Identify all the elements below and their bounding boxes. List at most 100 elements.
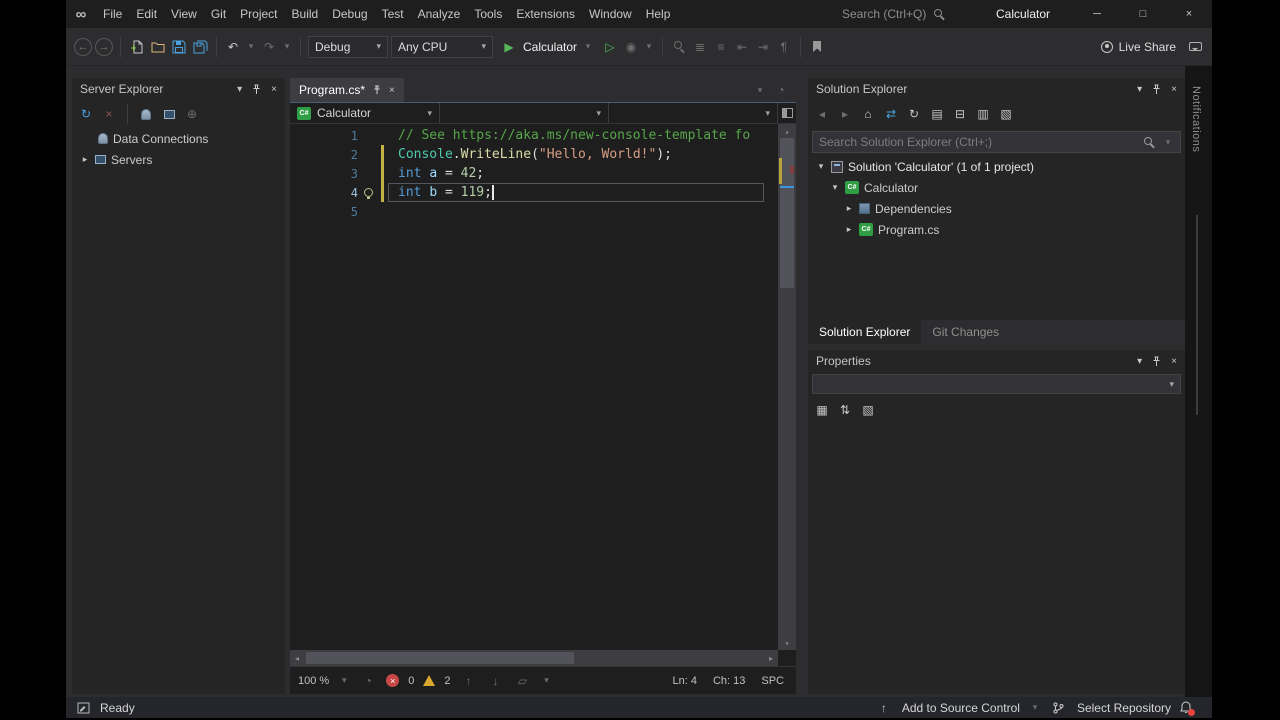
- close-icon[interactable]: ×: [1171, 356, 1177, 367]
- whitespace-indicator[interactable]: SPC: [761, 675, 784, 687]
- menu-extensions[interactable]: Extensions: [509, 0, 582, 28]
- navigate-backward-icon[interactable]: ←: [74, 38, 92, 56]
- background-tasks-icon[interactable]: [74, 699, 92, 717]
- add-to-source-control-button[interactable]: Add to Source Control: [902, 701, 1020, 715]
- window-position-icon[interactable]: ▾: [1137, 356, 1142, 367]
- menu-view[interactable]: View: [164, 0, 204, 28]
- solution-platforms-dropdown[interactable]: Any CPU ▾: [391, 36, 493, 58]
- refresh-icon[interactable]: ↻: [77, 105, 95, 123]
- quick-actions-icon[interactable]: [364, 188, 373, 197]
- close-icon[interactable]: ×: [271, 84, 277, 95]
- properties-header[interactable]: Properties ▾ ×: [808, 350, 1185, 372]
- expand-icon[interactable]: ▸: [80, 154, 90, 165]
- code-area[interactable]: 1 // See https://aka.ms/new-console-temp…: [290, 124, 778, 650]
- close-button[interactable]: ×: [1166, 0, 1212, 28]
- next-issue-icon[interactable]: ↓: [486, 672, 504, 690]
- feedback-icon[interactable]: [1186, 38, 1204, 56]
- menu-build[interactable]: Build: [285, 0, 326, 28]
- chevron-down-icon[interactable]: ▾: [582, 38, 594, 56]
- select-repository-button[interactable]: Select Repository: [1077, 701, 1171, 715]
- pin-icon[interactable]: [1151, 356, 1162, 367]
- menu-file[interactable]: File: [96, 0, 129, 28]
- code-editor[interactable]: 1 // See https://aka.ms/new-console-temp…: [290, 124, 796, 650]
- menu-help[interactable]: Help: [639, 0, 678, 28]
- chevron-down-icon[interactable]: ▾: [1029, 699, 1041, 717]
- hot-reload-icon[interactable]: ◉: [622, 38, 640, 56]
- menu-tools[interactable]: Tools: [467, 0, 509, 28]
- collapse-icon[interactable]: ▾: [816, 161, 826, 172]
- zoom-dropdown-icon[interactable]: ▾: [338, 672, 350, 690]
- split-window-icon[interactable]: [778, 104, 796, 122]
- tab-git-changes[interactable]: Git Changes: [921, 320, 1010, 344]
- window-position-icon[interactable]: ▾: [1137, 84, 1142, 95]
- menu-edit[interactable]: Edit: [129, 0, 164, 28]
- menu-window[interactable]: Window: [582, 0, 639, 28]
- increase-indent-icon[interactable]: ⇥: [754, 38, 772, 56]
- close-icon[interactable]: ×: [1171, 84, 1177, 95]
- connect-to-database-icon[interactable]: [137, 105, 155, 123]
- column-indicator[interactable]: Ch: 13: [713, 675, 745, 687]
- tree-item-servers[interactable]: ▸ Servers: [72, 149, 285, 170]
- collapse-all-icon[interactable]: ⊟: [951, 105, 969, 123]
- tab-program-cs[interactable]: Program.cs* ×: [290, 78, 404, 102]
- code-cleanup-icon[interactable]: ▱: [513, 672, 531, 690]
- tab-solution-explorer[interactable]: Solution Explorer: [808, 320, 921, 344]
- selected-object-dropdown[interactable]: ▾: [812, 374, 1181, 394]
- scrollbar-thumb[interactable]: [306, 652, 574, 664]
- sync-with-active-document-icon[interactable]: ⇄: [882, 105, 900, 123]
- tree-item-solution[interactable]: ▾ Solution 'Calculator' (1 of 1 project): [808, 156, 1185, 177]
- breakpoint-margin[interactable]: [290, 126, 340, 145]
- pin-icon[interactable]: [372, 85, 382, 95]
- menu-git[interactable]: Git: [204, 0, 233, 28]
- breakpoint-margin[interactable]: [290, 164, 340, 183]
- project-dropdown[interactable]: C# Calculator ▾: [290, 103, 440, 123]
- notifications-bell-button[interactable]: [1180, 701, 1192, 714]
- navigate-forward-icon[interactable]: →: [95, 38, 113, 56]
- expand-icon[interactable]: ▸: [844, 203, 854, 214]
- save-all-icon[interactable]: [191, 38, 209, 56]
- menu-project[interactable]: Project: [233, 0, 284, 28]
- connect-to-server-icon[interactable]: [160, 105, 178, 123]
- active-files-dropdown-icon[interactable]: ▾: [754, 81, 766, 99]
- expand-icon[interactable]: ▸: [844, 224, 854, 235]
- warning-count[interactable]: 2: [444, 675, 450, 687]
- forward-icon[interactable]: ▸: [836, 105, 854, 123]
- decrease-indent-icon[interactable]: ⇤: [733, 38, 751, 56]
- undo-dropdown-icon[interactable]: ▾: [245, 38, 257, 56]
- type-dropdown[interactable]: ▾: [440, 103, 609, 123]
- new-file-icon[interactable]: [128, 38, 146, 56]
- property-pages-icon[interactable]: ▧: [859, 401, 877, 419]
- menu-analyze[interactable]: Analyze: [411, 0, 468, 28]
- code-line-3[interactable]: 3 int a = 42;: [290, 164, 778, 183]
- visual-studio-logo-icon[interactable]: ∞: [66, 6, 96, 23]
- uncomment-icon[interactable]: ≡: [712, 38, 730, 56]
- pin-icon[interactable]: [1151, 84, 1162, 95]
- editor-options-icon[interactable]: ◔: [772, 81, 790, 99]
- show-all-files-icon[interactable]: ▥: [974, 105, 992, 123]
- breakpoint-margin[interactable]: [290, 183, 340, 202]
- save-icon[interactable]: [170, 38, 188, 56]
- alphabetical-icon[interactable]: ⇅: [836, 401, 854, 419]
- error-count[interactable]: 0: [408, 675, 414, 687]
- properties-icon[interactable]: ▧: [997, 105, 1015, 123]
- tree-item-data-connections[interactable]: Data Connections: [72, 128, 285, 149]
- collapse-icon[interactable]: ▾: [830, 182, 840, 193]
- hot-reload-dropdown-icon[interactable]: ▾: [643, 38, 655, 56]
- bookmark-icon[interactable]: [808, 38, 826, 56]
- minimize-button[interactable]: ─: [1074, 0, 1120, 28]
- line-indicator[interactable]: Ln: 4: [672, 675, 696, 687]
- redo-icon[interactable]: ↷: [260, 38, 278, 56]
- previous-issue-icon[interactable]: ↑: [459, 672, 477, 690]
- document-health-icon[interactable]: ◔: [359, 672, 377, 690]
- member-dropdown[interactable]: ▾: [609, 103, 778, 123]
- add-connection-icon[interactable]: ⊕: [183, 105, 201, 123]
- horizontal-scrollbar[interactable]: ◂ ▸: [290, 650, 778, 666]
- nest-by-file-type-icon[interactable]: ▤: [928, 105, 946, 123]
- tree-item-dependencies[interactable]: ▸ Dependencies: [808, 198, 1185, 219]
- solution-search-input[interactable]: [819, 135, 1137, 149]
- vertical-scrollbar[interactable]: ▴ ▾: [778, 124, 796, 650]
- error-icon[interactable]: ×: [386, 674, 399, 687]
- undo-icon[interactable]: ↶: [224, 38, 242, 56]
- open-file-icon[interactable]: [149, 38, 167, 56]
- scroll-left-icon[interactable]: ◂: [290, 650, 304, 666]
